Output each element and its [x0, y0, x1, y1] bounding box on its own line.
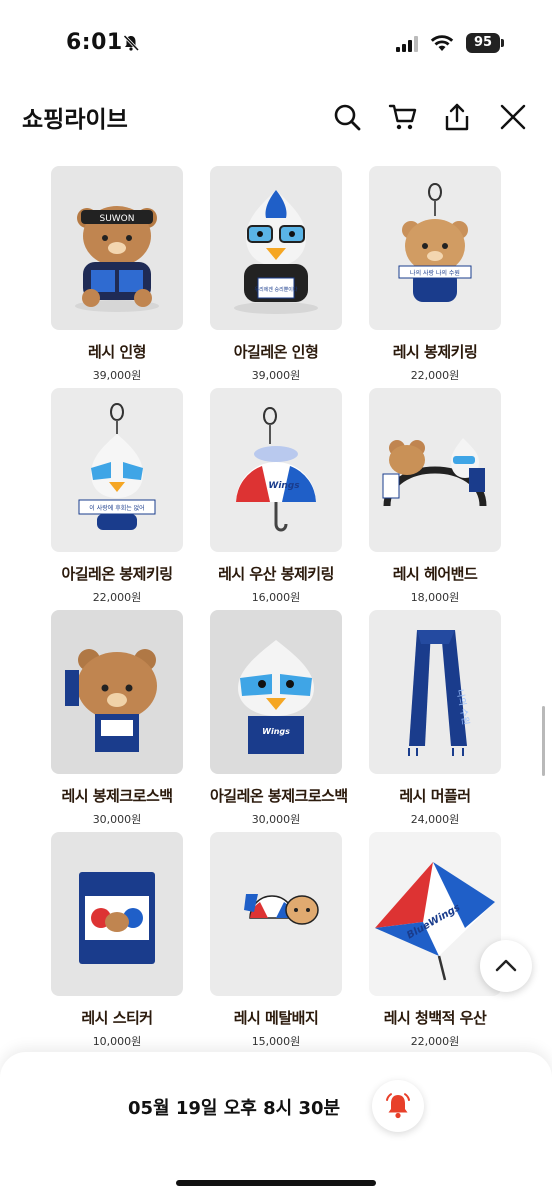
product-price: 22,000원 [410, 369, 460, 382]
product-image-lessi-umbrella-keyring: Wings [210, 388, 342, 552]
product-name: 레시 봉제크로스백 [61, 787, 173, 805]
product-image-lessi-doll: SUWON [51, 166, 183, 330]
product-card[interactable]: 나의 수원 레시 머플러 24,000원 [369, 610, 501, 827]
product-name: 아길레온 봉제크로스백 [210, 787, 348, 805]
close-button[interactable] [498, 102, 528, 132]
product-image-aquila-crossbag: Wings [210, 610, 342, 774]
product-price: 22,000원 [92, 591, 142, 604]
product-card[interactable]: Wings 레시 우산 봉제키링 16,000원 [210, 388, 342, 605]
svg-text:Wings: Wings [268, 481, 300, 491]
product-card[interactable]: 레시 봉제크로스백 30,000원 [51, 610, 183, 827]
product-price: 39,000원 [92, 369, 142, 382]
search-icon [334, 104, 361, 131]
product-price: 39,000원 [251, 369, 301, 382]
product-price: 30,000원 [92, 813, 142, 826]
product-price: 30,000원 [251, 813, 301, 826]
share-button[interactable] [442, 102, 472, 132]
chevron-up-icon [495, 959, 517, 972]
product-price: 24,000원 [410, 813, 460, 826]
product-price: 10,000원 [92, 1035, 142, 1048]
product-card[interactable]: 이 사랑에 후회는 없어 아길레온 봉제키링 22,000원 [51, 388, 183, 605]
product-price: 18,000원 [410, 591, 460, 604]
share-icon [445, 103, 469, 131]
product-image-lessi-sticker [51, 832, 183, 996]
product-name: 아길레온 봉제키링 [61, 565, 173, 583]
alarm-button[interactable] [372, 1080, 424, 1132]
close-icon [500, 104, 526, 130]
svg-text:Wings: Wings [262, 727, 290, 736]
broadcast-schedule-bar: 05월 19일 오후 8시 30분 [0, 1052, 552, 1200]
bell-off-icon [123, 34, 140, 52]
product-image-lessi-muffler: 나의 수원 [369, 610, 501, 774]
product-name: 레시 헤어밴드 [392, 565, 478, 583]
product-card[interactable]: 레시 헤어밴드 18,000원 [369, 388, 501, 605]
product-image-aquila-keyring: 이 사랑에 후회는 없어 [51, 388, 183, 552]
header: 쇼핑라이브 [0, 90, 552, 144]
scroll-top-button[interactable] [480, 940, 532, 992]
product-card[interactable]: SUWON 레시 인형 39,000원 [51, 166, 183, 383]
product-image-lessi-metal-badge [210, 832, 342, 996]
product-card[interactable]: BlueWings 레시 청백적 우산 22,000원 [369, 832, 501, 1049]
battery-tip [501, 39, 504, 47]
svg-text:우리에겐 승리뿐이다: 우리에겐 승리뿐이다 [255, 286, 298, 293]
wifi-icon [430, 35, 454, 51]
status-bar: 6:01 95 [0, 0, 552, 80]
product-image-lessi-headband [369, 388, 501, 552]
product-card[interactable]: 나의 사랑 나의 수원 레시 봉제키링 22,000원 [369, 166, 501, 383]
product-name: 레시 우산 봉제키링 [218, 565, 334, 583]
product-card[interactable]: 레시 메탈배지 15,000원 [210, 832, 342, 1049]
product-name: 레시 스티커 [81, 1009, 153, 1027]
svg-text:SUWON: SUWON [99, 214, 134, 224]
product-price: 22,000원 [410, 1035, 460, 1048]
cart-button[interactable] [388, 102, 418, 132]
product-name: 레시 청백적 우산 [383, 1009, 487, 1027]
scrollbar[interactable] [542, 706, 545, 776]
product-price: 16,000원 [251, 591, 301, 604]
status-time: 6:01 [66, 30, 123, 55]
product-card[interactable]: 우리에겐 승리뿐이다 아길레온 인형 39,000원 [210, 166, 342, 383]
product-name: 레시 메탈배지 [233, 1009, 319, 1027]
svg-text:나의 사랑 나의 수원: 나의 사랑 나의 수원 [410, 269, 460, 277]
product-name: 아길레온 인형 [233, 343, 319, 361]
page-title: 쇼핑라이브 [22, 107, 128, 133]
search-button[interactable] [332, 102, 362, 132]
home-indicator [176, 1180, 376, 1186]
cart-icon [388, 104, 417, 130]
product-name: 레시 봉제키링 [392, 343, 478, 361]
svg-text:이 사랑에 후회는 없어: 이 사랑에 후회는 없어 [89, 504, 144, 512]
product-image-lessi-crossbag [51, 610, 183, 774]
product-name: 레시 머플러 [399, 787, 471, 805]
battery-indicator: 95 [466, 33, 500, 53]
alarm-bell-icon [386, 1093, 410, 1119]
product-image-aquila-doll: 우리에겐 승리뿐이다 [210, 166, 342, 330]
signal-icon [396, 36, 418, 52]
product-image-lessi-keyring: 나의 사랑 나의 수원 [369, 166, 501, 330]
product-card[interactable]: 레시 스티커 10,000원 [51, 832, 183, 1049]
product-card[interactable]: Wings 아길레온 봉제크로스백 30,000원 [210, 610, 348, 827]
product-price: 15,000원 [251, 1035, 301, 1048]
product-name: 레시 인형 [88, 343, 146, 361]
broadcast-schedule-text: 05월 19일 오후 8시 30분 [128, 1098, 341, 1119]
